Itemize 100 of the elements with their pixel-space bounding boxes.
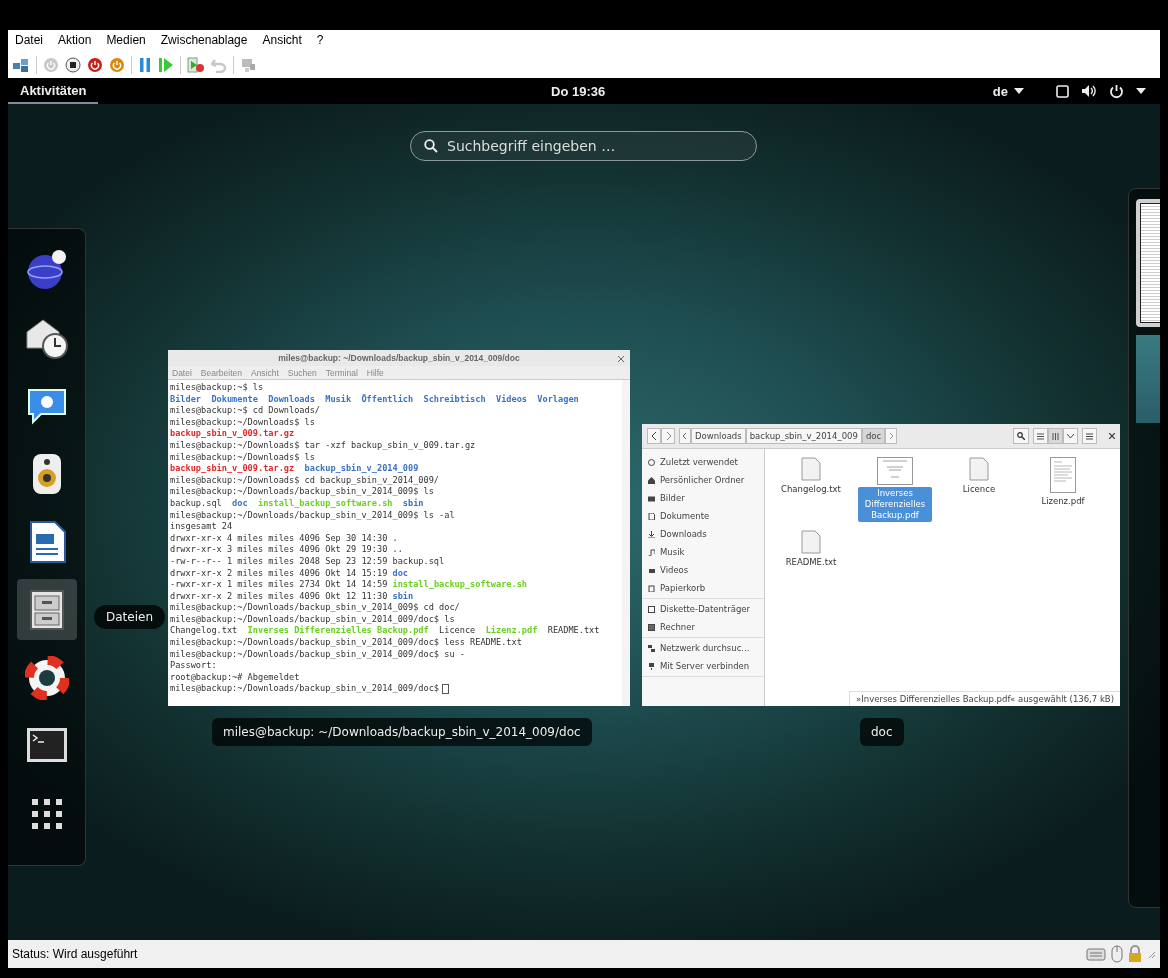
text-file-icon: [969, 457, 989, 481]
menu-item[interactable]: Medien: [106, 33, 146, 51]
globe-icon: [24, 247, 69, 292]
file-name[interactable]: Lizenz.pdf: [1039, 495, 1087, 508]
terminal-text: miles@backup:~/Downloads$ ls: [170, 416, 315, 428]
sidebar-item[interactable]: Dokumente: [660, 511, 710, 521]
sidebar-item[interactable]: Rechner: [660, 622, 695, 632]
terminal-text: miles@backup:~/Downloads/backup_sbin_v_2014_009/doc$ su -: [170, 648, 465, 661]
power-icon[interactable]: [1109, 83, 1124, 99]
back-button[interactable]: [647, 428, 661, 444]
sidebar-item[interactable]: Downloads: [660, 529, 707, 539]
grid-view-button[interactable]: [1048, 428, 1063, 444]
terminal-text: .: [391, 532, 398, 545]
chevron-right-icon: [665, 432, 671, 440]
terminal-window[interactable]: [168, 350, 630, 706]
place-icon: [648, 548, 655, 556]
sidebar-item[interactable]: Persönlicher Ordner: [660, 475, 745, 485]
network-icon[interactable]: [12, 57, 30, 73]
sidebar-item[interactable]: Zuletzt verwendet: [660, 457, 738, 467]
pause-icon[interactable]: [138, 57, 152, 73]
search-field[interactable]: Suchbegriff eingeben …: [410, 131, 757, 161]
place-icon: [648, 476, 655, 484]
sidebar-item[interactable]: Mit Server verbinden: [660, 661, 750, 671]
terminal-text: sbin: [401, 497, 424, 510]
sidebar-item[interactable]: Netzwerk durchsuc...: [660, 643, 750, 653]
place-icon: [648, 605, 655, 613]
tooltip: Dateien: [94, 605, 165, 629]
menu-item[interactable]: Datei: [15, 33, 43, 51]
search-icon: [424, 139, 438, 153]
terminal-text: miles@backup:~/Downloads/backup_sbin_v_2014_009/doc$ ls: [170, 613, 455, 625]
place-icon: [648, 644, 655, 652]
path-button[interactable]: Downloads: [691, 428, 746, 444]
chevron-left-icon: [683, 433, 687, 439]
sidebar-item[interactable]: Diskette-Datenträger: [660, 604, 750, 614]
terminal-text: miles@backup:~$ ls: [170, 382, 264, 394]
file-name[interactable]: Changelog.txt: [779, 483, 843, 496]
path-scroll-button[interactable]: [679, 428, 691, 444]
menu-button[interactable]: [1082, 428, 1097, 444]
stop-icon[interactable]: [65, 57, 81, 73]
mouse-icon[interactable]: [1110, 945, 1124, 963]
menu-item[interactable]: ?: [316, 33, 324, 51]
volume-icon[interactable]: [1081, 84, 1097, 98]
terminal-text: miles@backup:~/Downloads/backup_sbin_v_2014_009/doc$ less README.txt: [170, 637, 522, 649]
terminal-text: drwxr-xr-x 2 miles miles 4096 Okt 14 15:19: [170, 567, 388, 580]
pdf-thumbnail-icon: [1050, 457, 1076, 493]
terminal-text: -rw-r--r-- 1 miles miles 2048 Sep 23 12:59 backup.sql: [170, 555, 445, 568]
file-name[interactable]: Licence: [960, 483, 998, 496]
place-icon: [648, 623, 655, 631]
terminal-text: backup_sbin_v_009.tar.gz: [170, 428, 295, 440]
close-icon[interactable]: [618, 356, 624, 362]
search-button[interactable]: [1013, 428, 1029, 444]
status-text: »Inverses Differenzielles Backup.pdf« ausgewählt (136,7 kB): [849, 691, 1120, 706]
keyboard-layout[interactable]: de: [992, 83, 1008, 99]
path-button[interactable]: doc: [861, 428, 886, 444]
window-icon[interactable]: [1056, 84, 1069, 98]
path-scroll-button[interactable]: [885, 428, 898, 444]
search-icon: [1017, 432, 1025, 440]
place-icon: [648, 530, 655, 538]
terminal-text: Inverses Differenzielles Backup.pdf: [246, 625, 429, 638]
close-icon[interactable]: [1109, 433, 1115, 439]
sidebar-item[interactable]: Bilder: [660, 493, 685, 503]
sidebar-item[interactable]: Videos: [660, 565, 689, 575]
place-icon: [648, 512, 655, 520]
sidebar-item[interactable]: Musik: [660, 547, 685, 557]
text-file-icon: [801, 530, 821, 554]
caret-icon[interactable]: [1136, 88, 1146, 94]
resize-grip-icon[interactable]: [1146, 949, 1156, 959]
place-icon: [648, 566, 655, 574]
terminal-text: doc: [391, 567, 408, 579]
terminal-text: insgesamt 24: [170, 521, 233, 533]
lifebuoy-icon: [24, 655, 69, 700]
terminal-text: backup_sbin_v_2014_009: [303, 463, 419, 475]
file-name[interactable]: README.txt: [783, 556, 839, 569]
terminal-text: miles@backup:~/Downloads/backup_sbin_v_2014_009$ ls -al: [170, 509, 455, 522]
app-grid-icon: [29, 796, 64, 831]
activities-button[interactable]: Aktivitäten: [8, 78, 99, 104]
path-button[interactable]: backup_sbin_v_2014_009: [745, 428, 862, 444]
window-title: miles@backup: ~/Downloads/backup_sbin_v_2014_009/doc: [278, 353, 520, 363]
place-icon: [648, 494, 655, 502]
terminal-text: -rwxr-xr-x 1 miles miles 2734 Okt 14 14:59: [170, 579, 388, 591]
terminal-text: README.txt: [546, 625, 600, 638]
workspace-thumbnail[interactable]: [1136, 199, 1160, 327]
workspace-thumbnail[interactable]: [1136, 335, 1160, 423]
dock-launcher[interactable]: [16, 579, 77, 640]
sidebar-item[interactable]: Papierkorb: [660, 583, 706, 593]
terminal-text: doc: [231, 497, 248, 510]
menu-item[interactable]: Aktion: [58, 33, 92, 51]
checkpoint-icon[interactable]: [187, 57, 205, 73]
clock[interactable]: Do 19:36: [551, 84, 606, 99]
caret-icon[interactable]: [1014, 88, 1024, 94]
place-icon: [648, 458, 655, 466]
view-options-button[interactable]: [1063, 428, 1078, 444]
menu-icon: [1086, 432, 1093, 440]
place-icon: [648, 662, 655, 670]
menu-item[interactable]: Zwischenablage: [160, 33, 248, 51]
terminal-text: miles@backup:~/Downloads/backup_sbin_v_2014_009$ ls: [170, 486, 434, 498]
menu-item[interactable]: Ansicht: [262, 33, 302, 51]
list-view-button[interactable]: [1033, 428, 1048, 444]
status-text: Status: Wird ausgeführt: [12, 947, 138, 961]
terminal-text: ..: [391, 544, 403, 556]
